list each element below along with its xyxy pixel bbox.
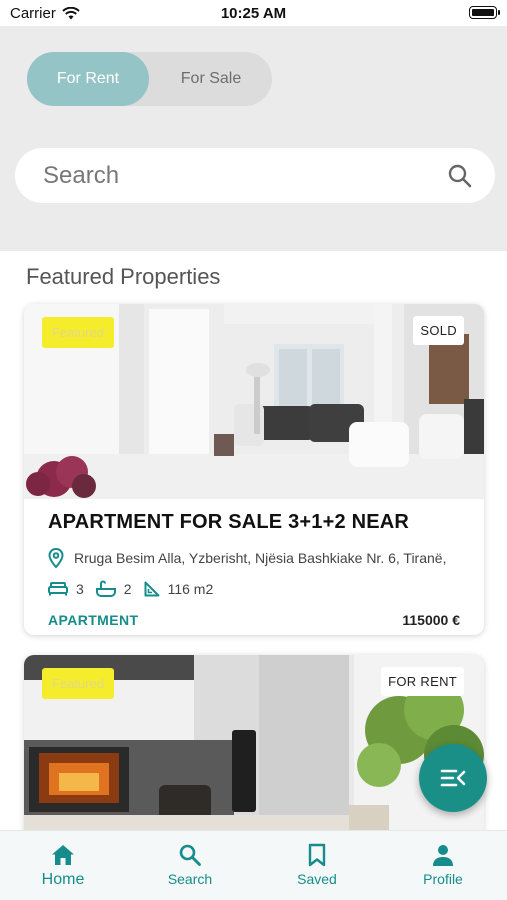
filter-menu-button[interactable]: [419, 744, 487, 812]
property-card[interactable]: Featured SOLD APARTMENT FOR SALE 3+1+2 N…: [24, 304, 484, 635]
search-icon: [179, 844, 201, 866]
property-title: APARTMENT FOR SALE 3+1+2 NEAR: [48, 511, 410, 533]
tab-search-label: Search: [167, 871, 213, 887]
tab-profile[interactable]: Profile: [393, 843, 493, 887]
home-icon: [52, 845, 74, 865]
location-pin-icon: [48, 548, 64, 568]
tab-saved[interactable]: Saved: [267, 843, 367, 887]
status-time: 10:25 AM: [220, 5, 287, 22]
for-sale-option[interactable]: For Sale: [150, 52, 272, 106]
header: For Rent For Sale: [0, 26, 507, 251]
property-type: APARTMENT: [48, 612, 139, 628]
property-photo: Featured SOLD: [24, 304, 484, 499]
tab-search[interactable]: Search: [140, 843, 240, 887]
status-bar: Carrier 10:25 AM: [0, 0, 507, 26]
area-value: 116 m2: [167, 581, 214, 597]
search-icon[interactable]: [445, 161, 475, 191]
property-photo: Featured FOR RENT: [24, 655, 484, 835]
search-bar: [15, 148, 495, 203]
tab-home-label: Home: [41, 871, 85, 888]
property-features: 3 2 116 m2: [48, 580, 460, 598]
bathrooms-count: 2: [123, 581, 132, 597]
for-rent-option[interactable]: For Rent: [27, 52, 149, 106]
person-icon: [433, 845, 453, 866]
property-footer: APARTMENT 115000 €: [48, 612, 460, 628]
bathrooms-feature: 2: [95, 580, 132, 598]
bottom-navigation: Home Search Saved Profile: [0, 830, 507, 900]
menu-collapse-icon: [440, 769, 466, 787]
tab-profile-label: Profile: [423, 871, 463, 887]
battery-icon: [469, 6, 500, 19]
bookmark-icon: [308, 843, 326, 867]
bed-icon: [48, 582, 68, 596]
bathtub-icon: [95, 580, 116, 597]
area-ruler-icon: [144, 581, 160, 597]
featured-badge: Featured: [42, 668, 115, 699]
featured-badge: Featured: [42, 317, 115, 348]
bedrooms-feature: 3: [48, 581, 84, 597]
tab-home[interactable]: Home: [13, 843, 113, 889]
section-title: Featured Properties: [26, 264, 221, 289]
tab-saved-label: Saved: [297, 871, 337, 887]
listing-type-toggle: For Rent For Sale: [27, 52, 272, 106]
search-input[interactable]: [43, 161, 445, 190]
bedrooms-count: 3: [76, 581, 84, 597]
status-badge: SOLD: [413, 316, 464, 345]
address-text: Rruga Besim Alla, Yzberisht, Njësia Bash…: [74, 550, 447, 566]
area-feature: 116 m2: [144, 581, 214, 597]
status-badge: FOR RENT: [381, 667, 464, 696]
property-address: Rruga Besim Alla, Yzberisht, Njësia Bash…: [48, 548, 460, 568]
property-card[interactable]: Featured FOR RENT: [24, 655, 484, 855]
property-price: 115000 €: [402, 612, 460, 628]
